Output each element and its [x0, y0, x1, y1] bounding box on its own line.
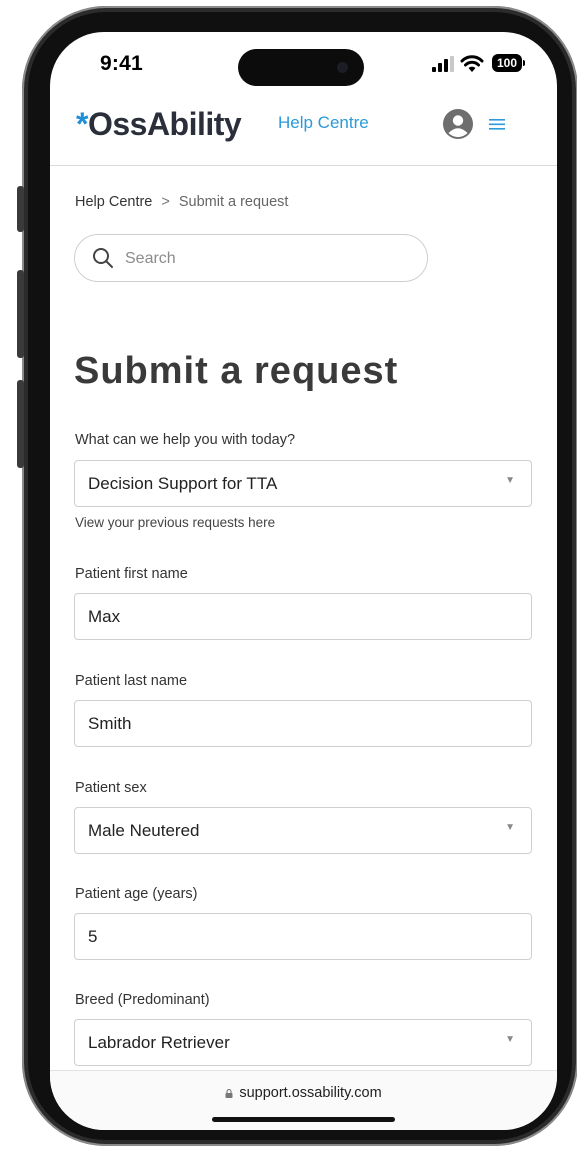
battery-icon: 100 [492, 54, 522, 72]
last-name-label: Patient last name [75, 673, 188, 689]
breadcrumb-separator: > [161, 194, 170, 210]
age-field[interactable]: 5 [74, 913, 532, 960]
breadcrumb: Help Centre > Submit a request [75, 194, 288, 210]
breed-select[interactable]: Labrador Retriever ▼ [74, 1019, 532, 1066]
sex-select[interactable]: Male Neutered ▼ [74, 807, 532, 854]
search-input[interactable] [123, 245, 407, 273]
age-label: Patient age (years) [75, 886, 198, 902]
volume-up-button [17, 270, 24, 358]
first-name-field[interactable]: Max [74, 593, 532, 640]
first-name-label: Patient first name [75, 566, 188, 582]
age-value: 5 [88, 927, 98, 946]
caret-down-icon: ▼ [505, 1034, 515, 1045]
search-icon [93, 248, 113, 268]
battery-tip [523, 60, 525, 66]
request-type-select[interactable]: Decision Support for TTA ▼ [74, 460, 532, 507]
sex-label: Patient sex [75, 780, 147, 796]
dynamic-island [238, 49, 364, 86]
url-text: support.ossability.com [239, 1085, 382, 1101]
site-header: *OssAbility Help Centre [50, 102, 557, 166]
hamburger-menu-icon[interactable] [487, 116, 507, 132]
url-display[interactable]: support.ossability.com [50, 1085, 557, 1101]
last-name-value: Smith [88, 714, 132, 733]
breed-label: Breed (Predominant) [75, 992, 210, 1008]
previous-requests-link[interactable]: View your previous requests here [75, 515, 275, 530]
volume-down-button [17, 380, 24, 468]
status-bar: 9:41 100 [50, 32, 557, 102]
user-avatar-icon[interactable] [443, 109, 473, 139]
signal-icon [432, 56, 454, 72]
last-name-field[interactable]: Smith [74, 700, 532, 747]
caret-down-icon: ▼ [505, 475, 515, 486]
caret-down-icon: ▼ [505, 822, 515, 833]
breed-value: Labrador Retriever [88, 1033, 230, 1052]
breadcrumb-current: Submit a request [178, 194, 289, 210]
browser-url-bar[interactable]: support.ossability.com [50, 1070, 557, 1130]
wifi-icon [460, 55, 484, 72]
sex-value: Male Neutered [88, 821, 200, 840]
request-type-label: What can we help you with today? [75, 432, 296, 448]
help-centre-link[interactable]: Help Centre [278, 113, 369, 133]
home-indicator[interactable] [212, 1117, 395, 1122]
first-name-value: Max [88, 607, 121, 626]
breadcrumb-home[interactable]: Help Centre [75, 194, 152, 210]
page-title: Submit a request [74, 350, 399, 392]
camera-icon [337, 62, 348, 73]
lock-icon [225, 1089, 233, 1098]
status-time: 9:41 [100, 52, 143, 75]
search-box[interactable] [74, 234, 428, 282]
action-button [17, 186, 24, 232]
ossability-logo[interactable]: *OssAbility [76, 106, 242, 143]
phone-screen: 9:41 100 *OssAbility Help Centre Help Ce… [50, 32, 557, 1130]
request-type-value: Decision Support for TTA [88, 474, 278, 493]
